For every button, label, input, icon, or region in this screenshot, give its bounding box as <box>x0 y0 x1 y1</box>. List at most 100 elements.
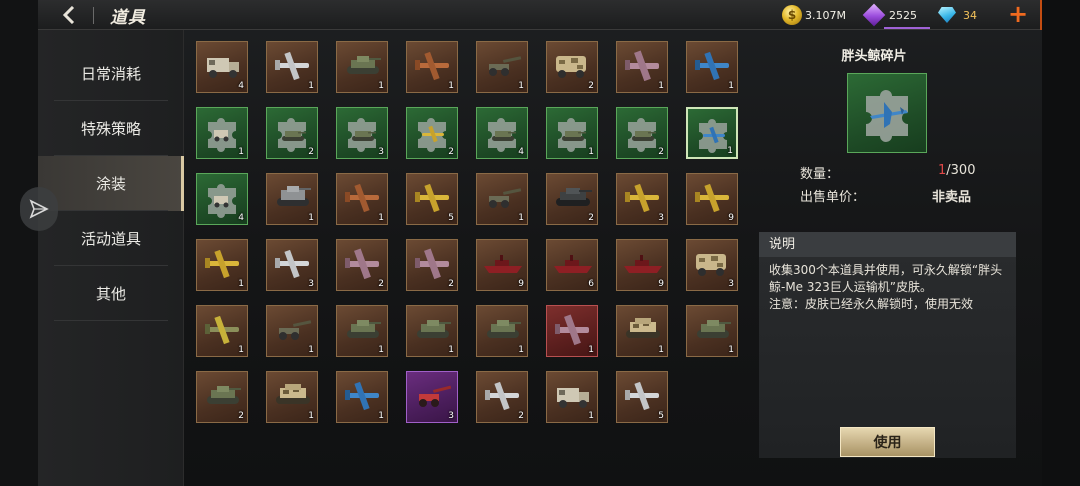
item-count: 2 <box>518 411 524 421</box>
add-currency-button[interactable]: + <box>1008 2 1028 26</box>
gem-resource[interactable]: 2525 <box>862 3 930 29</box>
quantity-label: 数量： <box>800 167 840 182</box>
inventory-item[interactable]: 2 <box>196 371 248 423</box>
item-count: 1 <box>308 81 314 91</box>
inventory-item[interactable]: 1 <box>476 305 528 357</box>
diamond-resource[interactable]: 34 <box>938 4 977 26</box>
inventory-item[interactable]: 1 <box>196 107 248 159</box>
sidebar-item-skins[interactable]: 涂装 <box>38 156 184 211</box>
sidebar-item-other[interactable]: 其他 <box>38 266 184 321</box>
inventory-item[interactable]: 1 <box>266 41 318 93</box>
item-count: 1 <box>308 345 314 355</box>
item-count: 1 <box>728 345 734 355</box>
inventory-item[interactable]: 1 <box>476 41 528 93</box>
inventory-item[interactable]: 2 <box>616 107 668 159</box>
inventory-item[interactable]: 1 <box>336 371 388 423</box>
inventory-item[interactable]: 4 <box>476 107 528 159</box>
use-button[interactable]: 使用 <box>840 427 935 457</box>
item-preview <box>847 73 927 153</box>
gem-value: 2525 <box>889 8 917 22</box>
inventory-item[interactable]: 1 <box>616 305 668 357</box>
inventory-item[interactable]: 1 <box>266 371 318 423</box>
inventory-item[interactable]: 1 <box>196 305 248 357</box>
inventory-item[interactable]: 1 <box>476 173 528 225</box>
item-count: 1 <box>588 147 594 157</box>
inventory-item[interactable]: 3 <box>336 107 388 159</box>
inventory-item[interactable]: 1 <box>546 371 598 423</box>
sidebar-item-strategy[interactable]: 特殊策略 <box>38 101 184 156</box>
back-button[interactable] <box>54 2 84 28</box>
item-count: 1 <box>728 81 734 91</box>
diamond-icon <box>938 7 956 23</box>
inventory-item[interactable]: 9 <box>476 239 528 291</box>
item-count: 2 <box>378 279 384 289</box>
paper-plane-icon <box>29 199 49 219</box>
item-count: 3 <box>658 213 664 223</box>
inventory-item[interactable]: 6 <box>546 239 598 291</box>
inventory-item[interactable]: 2 <box>546 41 598 93</box>
item-count: 2 <box>588 81 594 91</box>
description-header: 说明 <box>759 232 1016 257</box>
left-screen-edge <box>0 0 38 486</box>
inventory-item[interactable]: 5 <box>616 371 668 423</box>
inventory-item[interactable]: 2 <box>476 371 528 423</box>
item-count: 1 <box>308 213 314 223</box>
inventory-item[interactable]: 9 <box>616 239 668 291</box>
item-count: 1 <box>588 411 594 421</box>
item-count: 1 <box>378 345 384 355</box>
item-count: 1 <box>658 345 664 355</box>
inventory-item[interactable]: 1 <box>406 305 458 357</box>
inventory-item[interactable]: 1 <box>686 107 738 159</box>
inventory-item[interactable]: 2 <box>406 239 458 291</box>
inventory-item[interactable]: 1 <box>546 305 598 357</box>
inventory-item[interactable]: 4 <box>196 41 248 93</box>
inventory-item[interactable]: 1 <box>196 239 248 291</box>
item-count: 9 <box>728 213 734 223</box>
inventory-item[interactable]: 1 <box>336 305 388 357</box>
inventory-item[interactable]: 1 <box>686 41 738 93</box>
item-count: 1 <box>518 81 524 91</box>
inventory-item[interactable]: 3 <box>266 239 318 291</box>
item-count: 1 <box>448 81 454 91</box>
sidebar-item-daily[interactable]: 日常消耗 <box>38 46 184 101</box>
coin-resource[interactable]: $ 3.107M <box>782 4 846 26</box>
item-count: 1 <box>518 345 524 355</box>
inventory-item[interactable]: 4 <box>196 173 248 225</box>
floating-menu-button[interactable] <box>20 187 58 231</box>
inventory-item[interactable]: 3 <box>616 173 668 225</box>
item-count: 3 <box>448 411 454 421</box>
inventory-item[interactable]: 2 <box>266 107 318 159</box>
item-count: 4 <box>518 147 524 157</box>
item-count: 3 <box>308 279 314 289</box>
right-screen-edge <box>1042 0 1080 486</box>
gem-progress-bar <box>884 27 930 29</box>
item-count: 9 <box>658 279 664 289</box>
inventory-item[interactable]: 1 <box>266 305 318 357</box>
item-count: 4 <box>238 213 244 223</box>
inventory-item[interactable]: 1 <box>266 173 318 225</box>
topbar-accent-edge <box>1040 0 1042 30</box>
inventory-item[interactable]: 3 <box>406 371 458 423</box>
inventory-item[interactable]: 1 <box>336 173 388 225</box>
quantity-value: 1/300 <box>938 163 975 178</box>
inventory-item[interactable]: 2 <box>406 107 458 159</box>
item-count: 9 <box>518 279 524 289</box>
inventory-item[interactable]: 1 <box>616 41 668 93</box>
inventory-item[interactable]: 9 <box>686 173 738 225</box>
inventory-item[interactable]: 1 <box>546 107 598 159</box>
item-count: 4 <box>238 81 244 91</box>
sidebar-item-event[interactable]: 活动道具 <box>38 211 184 266</box>
inventory-item[interactable]: 1 <box>336 41 388 93</box>
item-count: 2 <box>448 279 454 289</box>
inventory-item[interactable]: 3 <box>686 239 738 291</box>
item-count: 1 <box>378 411 384 421</box>
inventory-item[interactable]: 1 <box>686 305 738 357</box>
inventory-item[interactable]: 2 <box>336 239 388 291</box>
inventory-item[interactable]: 5 <box>406 173 458 225</box>
top-bar: 道具 $ 3.107M 2525 34 + <box>38 0 1042 30</box>
coin-icon: $ <box>782 5 802 25</box>
item-count: 1 <box>238 147 244 157</box>
item-count: 1 <box>378 213 384 223</box>
inventory-item[interactable]: 1 <box>406 41 458 93</box>
inventory-item[interactable]: 2 <box>546 173 598 225</box>
